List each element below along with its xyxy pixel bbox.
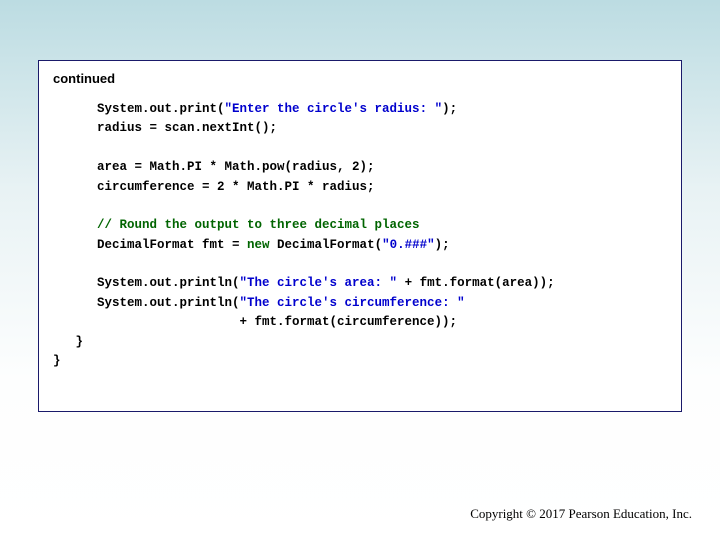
code-line-1c: );	[442, 102, 457, 116]
code-line-3: area = Math.PI * Math.pow(radius, 2);	[97, 160, 375, 174]
code-line-6b: DecimalFormat(	[270, 238, 383, 252]
code-line-7-str: "The circle's area: "	[240, 276, 398, 290]
code-line-6a: DecimalFormat fmt =	[97, 238, 247, 252]
code-line-1a: System.out.print(	[97, 102, 225, 116]
code-line-5-comment: // Round the output to three decimal pla…	[97, 218, 420, 232]
code-line-1-str: "Enter the circle's radius: "	[225, 102, 443, 116]
code-line-6d: );	[435, 238, 450, 252]
code-line-4: circumference = 2 * Math.PI * radius;	[97, 180, 375, 194]
code-line-6-keyword: new	[247, 238, 270, 252]
code-line-7c: + fmt.format(area));	[397, 276, 555, 290]
continued-label: continued	[53, 71, 667, 86]
closing-brace-outer: }	[53, 352, 667, 371]
code-line-7a: System.out.println(	[97, 276, 240, 290]
copyright-footer: Copyright © 2017 Pearson Education, Inc.	[470, 506, 692, 522]
code-line-2: radius = scan.nextInt();	[97, 121, 277, 135]
code-line-9: + fmt.format(circumference));	[97, 315, 457, 329]
code-line-6-str: "0.###"	[382, 238, 435, 252]
code-line-8-str: "The circle's circumference: "	[240, 296, 465, 310]
closing-brace-inner: }	[53, 333, 667, 352]
code-block: System.out.print("Enter the circle's rad…	[53, 100, 667, 333]
code-panel: continued System.out.print("Enter the ci…	[38, 60, 682, 412]
code-line-8a: System.out.println(	[97, 296, 240, 310]
